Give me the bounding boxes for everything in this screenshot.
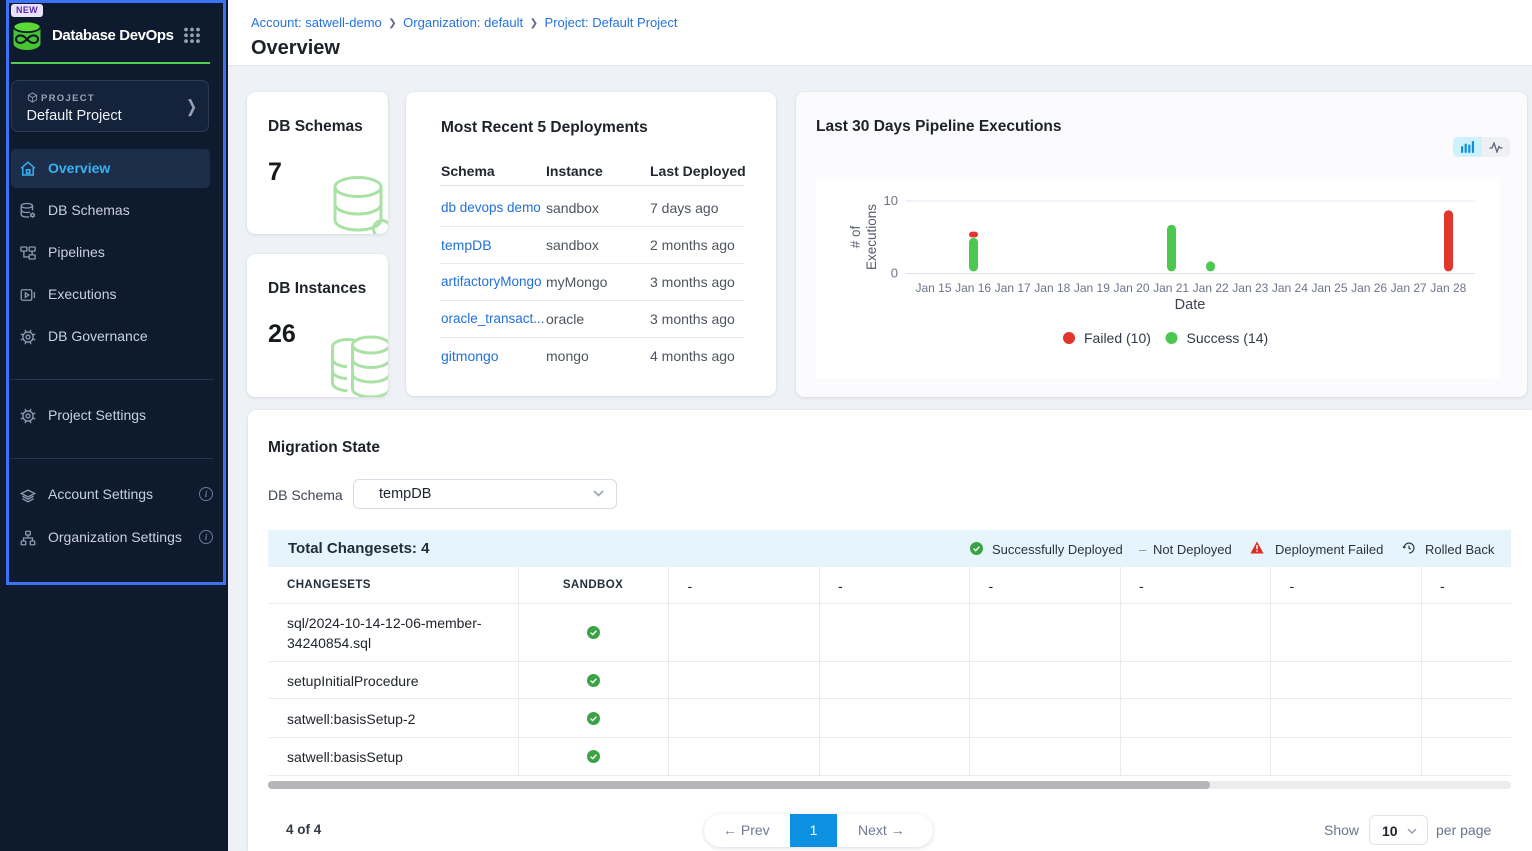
svg-text:# of: # of	[848, 225, 863, 248]
svg-text:Jan 18: Jan 18	[1034, 281, 1070, 295]
svg-text:Jan 20: Jan 20	[1113, 281, 1149, 295]
svg-text:Jan 23: Jan 23	[1232, 281, 1268, 295]
svg-text:10: 10	[884, 193, 898, 208]
svg-text:Failed (10): Failed (10)	[1084, 330, 1151, 346]
svg-text:Date: Date	[1175, 297, 1206, 313]
svg-text:Jan 19: Jan 19	[1074, 281, 1110, 295]
svg-text:Jan 16: Jan 16	[955, 281, 991, 295]
svg-text:Executions: Executions	[864, 204, 879, 270]
svg-text:Jan 27: Jan 27	[1391, 281, 1427, 295]
svg-text:Jan 22: Jan 22	[1193, 281, 1229, 295]
svg-text:Jan 15: Jan 15	[915, 281, 951, 295]
svg-text:Success (14): Success (14)	[1187, 330, 1269, 346]
svg-text:Jan 24: Jan 24	[1272, 281, 1308, 295]
svg-text:0: 0	[891, 266, 898, 281]
svg-text:Jan 17: Jan 17	[995, 281, 1031, 295]
svg-text:Jan 28: Jan 28	[1430, 281, 1466, 295]
svg-text:Jan 26: Jan 26	[1351, 281, 1387, 295]
svg-text:Jan 21: Jan 21	[1153, 281, 1189, 295]
svg-text:Jan 25: Jan 25	[1311, 281, 1347, 295]
